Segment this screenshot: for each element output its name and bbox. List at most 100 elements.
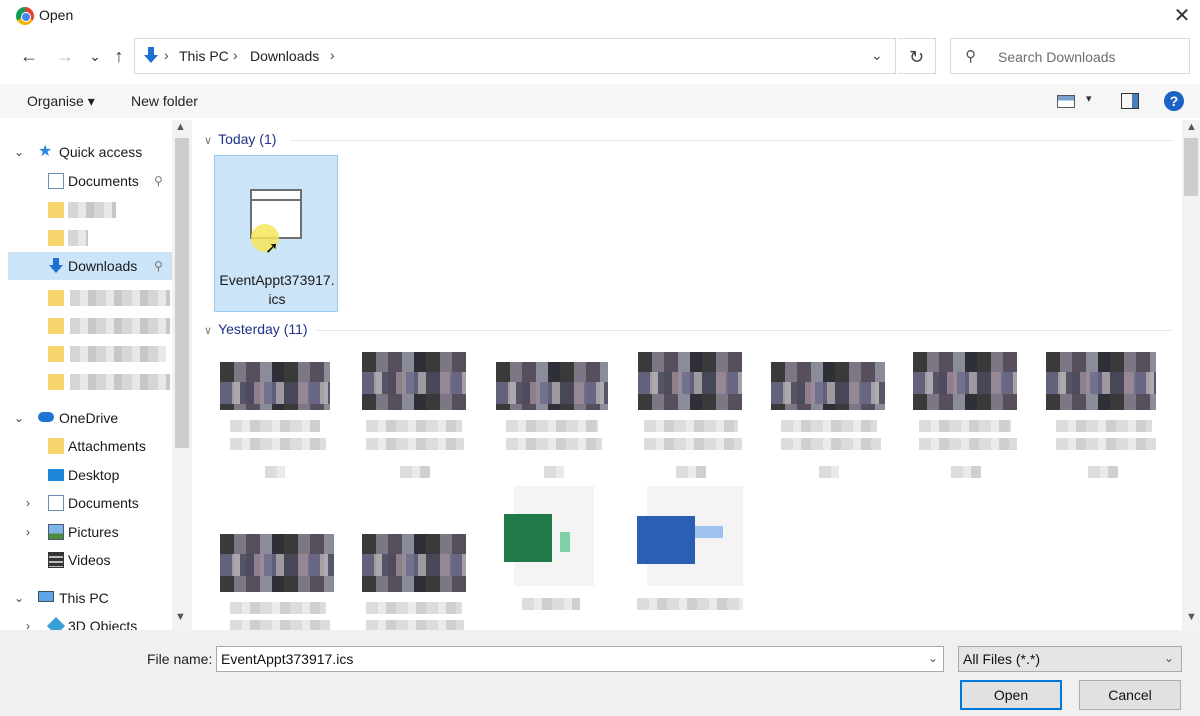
breadcrumb-separator[interactable]: › bbox=[233, 47, 238, 63]
blurred-file-name bbox=[819, 466, 839, 478]
collapse-arrow-icon[interactable]: ⌄ bbox=[14, 138, 24, 166]
blurred-file-name bbox=[230, 438, 326, 450]
mouse-cursor-icon: ➚ bbox=[265, 240, 279, 257]
folder-icon bbox=[48, 438, 64, 454]
content-scrollbar-thumb[interactable] bbox=[1184, 138, 1198, 196]
blurred-file-name bbox=[1088, 466, 1118, 478]
sidebar-item-blurred[interactable] bbox=[8, 224, 174, 252]
recent-locations-button[interactable]: ⌄ bbox=[83, 44, 107, 68]
group-header-yesterday[interactable]: ∨ Yesterday (11) bbox=[204, 321, 308, 337]
sidebar-item-label: Downloads bbox=[68, 258, 138, 274]
video-thumbnail bbox=[220, 362, 330, 410]
sidebar-item-label: Documents bbox=[68, 173, 139, 189]
file-list[interactable]: ∨ Today (1) ➚ EventAppt373917.ics ∨ Yester… bbox=[196, 120, 1182, 630]
blurred-file-name bbox=[1056, 420, 1152, 432]
organise-button[interactable]: Organise ▾ bbox=[27, 93, 95, 110]
blurred-file-name bbox=[781, 438, 881, 450]
file-name-panel: File name: ⌄ All Files (*.*) ⌄ Open Canc… bbox=[0, 630, 1200, 716]
expand-arrow-icon[interactable]: › bbox=[26, 518, 30, 546]
blurred-file-name bbox=[400, 466, 430, 478]
back-button[interactable]: ← bbox=[17, 44, 41, 68]
group-header-today[interactable]: ∨ Today (1) bbox=[204, 131, 276, 147]
close-button[interactable]: ✕ bbox=[1164, 0, 1200, 32]
sidebar-item-label: Pictures bbox=[68, 524, 119, 540]
file-name-label: File name: bbox=[147, 651, 213, 667]
address-bar[interactable]: › This PC › Downloads › ⌄ bbox=[134, 38, 896, 74]
help-icon[interactable]: ? bbox=[1164, 91, 1184, 111]
search-input[interactable]: ⚲ Search Downloads bbox=[950, 38, 1190, 74]
sidebar-item-blurred[interactable] bbox=[8, 340, 174, 368]
file-name-dropdown-icon[interactable]: ⌄ bbox=[928, 651, 938, 665]
forward-button[interactable]: → bbox=[53, 44, 77, 68]
collapse-arrow-icon[interactable]: ⌄ bbox=[14, 584, 24, 612]
title-bar: Open ✕ bbox=[0, 0, 1200, 32]
desktop-icon bbox=[48, 469, 64, 481]
refresh-button[interactable]: ↻ bbox=[898, 38, 936, 74]
content-scrollbar[interactable] bbox=[1182, 120, 1200, 630]
breadcrumb-downloads[interactable]: Downloads bbox=[250, 48, 319, 64]
excel-accent bbox=[560, 532, 570, 552]
navigation-pane[interactable]: ⌄ ★ Quick access Documents ⚲ Downloads ⚲ bbox=[8, 120, 192, 630]
word-accent bbox=[695, 526, 723, 538]
sidebar-item-desktop[interactable]: Desktop bbox=[8, 461, 174, 489]
word-icon bbox=[637, 516, 695, 564]
preview-pane-icon[interactable] bbox=[1121, 93, 1139, 109]
sidebar-item-3d-objects[interactable]: › 3D Objects bbox=[8, 612, 174, 630]
file-name: EventAppt373917.ics bbox=[219, 272, 335, 307]
breadcrumb-this-pc[interactable]: This PC bbox=[179, 48, 229, 64]
blurred-label bbox=[70, 346, 166, 362]
change-view-icon[interactable] bbox=[1057, 95, 1075, 108]
expand-arrow-icon[interactable]: › bbox=[26, 612, 30, 630]
file-type-select[interactable]: All Files (*.*) bbox=[958, 646, 1182, 672]
blurred-file-name bbox=[644, 438, 742, 450]
video-thumbnail bbox=[771, 362, 885, 410]
scroll-up-arrow-icon[interactable]: ▲ bbox=[175, 121, 186, 133]
scroll-down-arrow-icon[interactable]: ▼ bbox=[175, 611, 186, 623]
sidebar-item-blurred[interactable] bbox=[8, 312, 174, 340]
expand-arrow-icon[interactable]: › bbox=[26, 489, 30, 517]
search-icon: ⚲ bbox=[965, 48, 976, 65]
blurred-file-name bbox=[506, 420, 598, 432]
view-options-dropdown[interactable]: ▾ bbox=[1086, 92, 1092, 105]
computer-icon bbox=[38, 591, 54, 602]
sidebar-item-documents[interactable]: Documents ⚲ bbox=[8, 167, 174, 195]
collapse-arrow-icon[interactable]: ⌄ bbox=[14, 404, 24, 432]
address-dropdown-button[interactable]: ⌄ bbox=[871, 47, 883, 64]
sidebar-item-blurred[interactable] bbox=[8, 196, 174, 224]
open-button[interactable]: Open bbox=[960, 680, 1062, 710]
downloads-icon bbox=[49, 258, 63, 273]
blurred-file-name bbox=[919, 420, 1011, 432]
videos-icon bbox=[48, 552, 64, 568]
documents-icon bbox=[48, 173, 64, 189]
breadcrumb-separator[interactable]: › bbox=[330, 47, 335, 63]
blurred-file-name bbox=[366, 602, 462, 614]
scroll-down-arrow-icon[interactable]: ▼ bbox=[1186, 611, 1197, 623]
blurred-file-name bbox=[230, 420, 320, 432]
sidebar-item-pictures[interactable]: › Pictures bbox=[8, 518, 174, 546]
star-icon: ★ bbox=[38, 143, 53, 160]
file-tile-selected[interactable]: ➚ EventAppt373917.ics bbox=[214, 155, 338, 312]
group-divider bbox=[290, 140, 1172, 141]
sidebar-item-attachments[interactable]: Attachments bbox=[8, 432, 174, 460]
sidebar-item-videos[interactable]: Videos bbox=[8, 546, 174, 574]
video-thumbnail bbox=[220, 534, 334, 592]
sidebar-item-quick-access[interactable]: ⌄ ★ Quick access bbox=[8, 138, 174, 166]
folder-icon bbox=[48, 346, 64, 362]
up-button[interactable]: ↑ bbox=[107, 44, 131, 68]
pictures-icon bbox=[48, 524, 64, 540]
pin-icon: ⚲ bbox=[154, 259, 163, 273]
sidebar-item-label: Videos bbox=[68, 552, 111, 568]
chevron-down-icon[interactable]: ⌄ bbox=[1164, 651, 1174, 665]
sidebar-item-this-pc[interactable]: ⌄ This PC bbox=[8, 584, 174, 612]
sidebar-item-downloads[interactable]: Downloads ⚲ bbox=[8, 252, 172, 280]
file-name-input[interactable] bbox=[216, 646, 944, 672]
cancel-button[interactable]: Cancel bbox=[1079, 680, 1181, 710]
sidebar-item-onedrive[interactable]: ⌄ OneDrive bbox=[8, 404, 174, 432]
navigation-scrollbar-thumb[interactable] bbox=[175, 138, 189, 448]
sidebar-item-documents-onedrive[interactable]: › Documents bbox=[8, 489, 174, 517]
sidebar-item-blurred[interactable] bbox=[8, 284, 174, 312]
sidebar-item-blurred[interactable] bbox=[8, 368, 174, 396]
blurred-file-name bbox=[637, 598, 743, 610]
new-folder-button[interactable]: New folder bbox=[131, 93, 198, 109]
scroll-up-arrow-icon[interactable]: ▲ bbox=[1186, 121, 1197, 133]
